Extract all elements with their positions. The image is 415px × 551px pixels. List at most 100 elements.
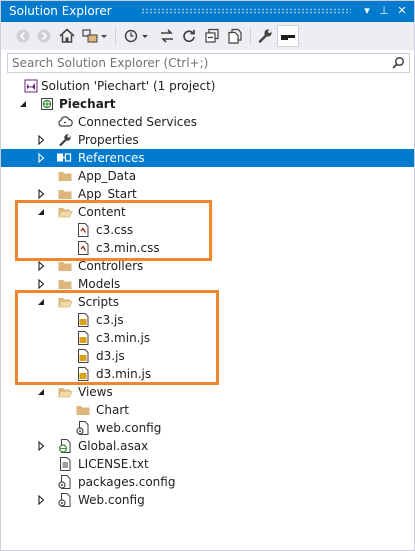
tree-item-label: c3.min.css <box>96 241 160 255</box>
js-file-icon <box>75 348 91 364</box>
refresh-button[interactable] <box>179 26 199 46</box>
collapsed-arrow-icon[interactable] <box>35 278 47 290</box>
tree-item-global-asax[interactable]: Global.asax <box>1 437 414 455</box>
tree-item-content[interactable]: Content <box>1 203 414 221</box>
tree-item-label: Scripts <box>78 295 120 309</box>
tree-item-d3-js[interactable]: d3.js <box>1 347 414 365</box>
folder-icon <box>57 186 73 202</box>
tree-item-web-config[interactable]: Web.config <box>1 491 414 509</box>
home-button[interactable] <box>57 26 77 46</box>
sync-icon <box>161 29 173 43</box>
tree-item-label: Web.config <box>78 493 145 507</box>
switch-views-icon <box>82 29 107 43</box>
collapsed-arrow-icon[interactable] <box>35 188 47 200</box>
expanded-arrow-icon[interactable] <box>17 98 29 110</box>
show-all-files-button[interactable] <box>225 26 245 46</box>
tree-item-project[interactable]: Piechart <box>1 95 414 113</box>
wrench-icon <box>258 29 272 43</box>
forward-button[interactable] <box>34 26 54 46</box>
tree-item-c3-js[interactable]: c3.js <box>1 311 414 329</box>
config-file-icon <box>57 492 73 508</box>
sync-with-active-document-button[interactable] <box>157 26 177 46</box>
collapsed-arrow-icon[interactable] <box>35 134 47 146</box>
tree-item-label: LICENSE.txt <box>78 457 149 471</box>
tree-item-chart[interactable]: Chart <box>1 401 414 419</box>
tree-item-c3-css[interactable]: c3.css <box>1 221 414 239</box>
search-input[interactable]: Search Solution Explorer (Ctrl+;) <box>12 55 208 71</box>
solution-explorer-window: Solution Explorer ▾ ⊥ ✕ Search Solution … <box>0 0 415 551</box>
title-drag-grip[interactable] <box>141 8 351 14</box>
expanded-arrow-icon[interactable] <box>35 296 47 308</box>
config-file-icon <box>75 420 91 436</box>
tree-item-views[interactable]: Views <box>1 383 414 401</box>
tree-item-label: web.config <box>96 421 162 435</box>
tree-item-label: c3.js <box>96 313 124 327</box>
tree-item-label: Views <box>78 385 113 399</box>
tree-item-packages-config[interactable]: packages.config <box>1 473 414 491</box>
tree-item-label: Chart <box>96 403 129 417</box>
back-button[interactable] <box>13 26 33 46</box>
config-file-icon <box>57 474 73 490</box>
tree-item-label: Global.asax <box>78 439 149 453</box>
tree-item-app-data[interactable]: App_Data <box>1 167 414 185</box>
tree-item-app-start[interactable]: App_Start <box>1 185 414 203</box>
expanded-arrow-icon[interactable] <box>35 386 47 398</box>
tree-item-label: Properties <box>78 133 139 147</box>
tree-item-label: c3.css <box>96 223 134 237</box>
tree-item-views-web-config[interactable]: web.config <box>1 419 414 437</box>
toolbar-separator <box>115 28 116 44</box>
expanded-arrow-icon[interactable] <box>35 206 47 218</box>
tree-item-c3-min-css[interactable]: c3.min.css <box>1 239 414 257</box>
collapsed-arrow-icon[interactable] <box>35 152 47 164</box>
tree-item-references[interactable]: References <box>1 149 414 167</box>
tree-item-controllers[interactable]: Controllers <box>1 257 414 275</box>
search-box[interactable]: Search Solution Explorer (Ctrl+;) <box>7 53 410 73</box>
close-button[interactable]: ✕ <box>394 3 410 19</box>
switch-views-button[interactable] <box>80 26 110 46</box>
tree-item-label: Connected Services <box>78 115 198 129</box>
open-folder-icon <box>57 384 73 400</box>
tree-item-c3-min-js[interactable]: c3.min.js <box>1 329 414 347</box>
tree-item-connected-services[interactable]: Connected Services <box>1 113 414 131</box>
tree-item-properties[interactable]: Properties <box>1 131 414 149</box>
global-asax-icon <box>57 438 73 454</box>
clock-icon <box>124 29 148 43</box>
tree-item-label: References <box>78 151 145 165</box>
tree-item-license[interactable]: LICENSE.txt <box>1 455 414 473</box>
collapsed-arrow-icon[interactable] <box>35 494 47 506</box>
pending-changes-filter-button[interactable] <box>121 26 151 46</box>
project-label: Piechart <box>59 97 116 111</box>
window-title: Solution Explorer <box>9 4 112 18</box>
tree-item-label: App_Start <box>78 187 137 201</box>
folder-icon <box>57 168 73 184</box>
tree-item-solution[interactable]: Solution 'Piechart' (1 project) <box>1 77 414 95</box>
title-bar: Solution Explorer ▾ ⊥ ✕ <box>1 1 414 22</box>
tree-item-models[interactable]: Models <box>1 275 414 293</box>
css-file-icon <box>75 240 91 256</box>
search-icon[interactable] <box>390 55 406 71</box>
collapse-all-button[interactable] <box>202 26 222 46</box>
forward-icon <box>37 29 51 43</box>
tree-item-label: c3.min.js <box>96 331 151 345</box>
solution-label: Solution 'Piechart' (1 project) <box>41 79 216 93</box>
references-icon <box>56 150 72 166</box>
window-dropdown-button[interactable]: ▾ <box>359 3 375 19</box>
properties-button[interactable] <box>255 26 275 46</box>
text-file-icon <box>57 456 73 472</box>
js-file-icon <box>75 312 91 328</box>
js-file-icon <box>75 366 91 382</box>
collapsed-arrow-icon[interactable] <box>35 260 47 272</box>
open-folder-icon <box>57 294 73 310</box>
tree-item-d3-min-js[interactable]: d3.min.js <box>1 365 414 383</box>
folder-icon <box>57 276 73 292</box>
preview-icon <box>281 35 295 40</box>
folder-icon <box>75 402 91 418</box>
tree-item-scripts[interactable]: Scripts <box>1 293 414 311</box>
open-folder-icon <box>57 204 73 220</box>
home-icon <box>59 28 75 43</box>
pin-button[interactable]: ⊥ <box>376 3 392 19</box>
tree-item-label: d3.js <box>96 349 125 363</box>
tree-item-label: packages.config <box>78 475 176 489</box>
collapsed-arrow-icon[interactable] <box>35 440 47 452</box>
preview-selected-items-button[interactable] <box>277 25 299 47</box>
